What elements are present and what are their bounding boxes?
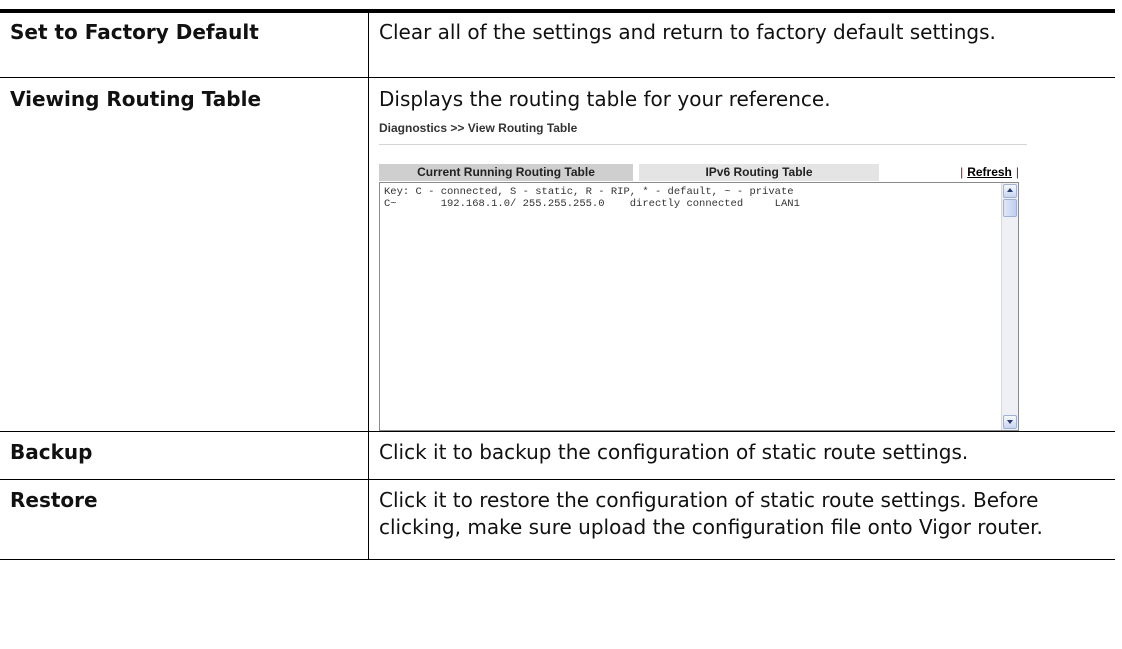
term-cell: Restore <box>0 479 369 560</box>
term-backup: Backup <box>10 440 93 464</box>
routing-table-textarea[interactable]: Key: C - connected, S - static, R - RIP,… <box>379 182 1019 431</box>
table-row: Restore Click it to restore the configur… <box>0 479 1115 560</box>
description-cell: Click it to restore the configuration of… <box>368 479 1115 560</box>
description-factory-default: Clear all of the settings and return to … <box>379 20 996 44</box>
term-viewing-routing-table: Viewing Routing Table <box>10 87 262 111</box>
scroll-up-button[interactable] <box>1003 184 1017 198</box>
description-restore: Click it to restore the configuration of… <box>379 488 1043 539</box>
term-restore: Restore <box>10 488 98 512</box>
routing-table-text: Key: C - connected, S - static, R - RIP,… <box>384 186 800 210</box>
refresh-link[interactable]: Refresh <box>967 165 1012 179</box>
separator: | <box>1015 165 1019 179</box>
term-factory-default: Set to Factory Default <box>10 20 259 44</box>
term-cell: Viewing Routing Table <box>0 77 369 432</box>
separator: | <box>960 165 964 179</box>
description-cell: Clear all of the settings and return to … <box>368 9 1115 78</box>
tab-bar: Current Running Routing Table IPv6 Routi… <box>379 164 1027 181</box>
table-row: Set to Factory Default Clear all of the … <box>0 9 1115 78</box>
breadcrumb: Diagnostics >> View Routing Table <box>379 119 1027 145</box>
table-row: Backup Click it to backup the configurat… <box>0 431 1115 480</box>
tab-current-running-routing-table[interactable]: Current Running Routing Table <box>379 164 633 181</box>
description-cell: Displays the routing table for your refe… <box>368 77 1115 432</box>
arrow-up-icon <box>1007 188 1013 192</box>
vertical-scrollbar[interactable] <box>1001 183 1018 430</box>
definition-table: Set to Factory Default Clear all of the … <box>0 9 1115 560</box>
description-viewing-routing-table: Displays the routing table for your refe… <box>379 87 831 111</box>
scroll-thumb[interactable] <box>1003 199 1017 217</box>
term-cell: Set to Factory Default <box>0 9 369 78</box>
description-cell: Click it to backup the configuration of … <box>368 431 1115 480</box>
scroll-down-button[interactable] <box>1003 415 1017 429</box>
routing-table-screenshot: Diagnostics >> View Routing Table Curren… <box>379 119 1027 431</box>
table-row: Viewing Routing Table Displays the routi… <box>0 77 1115 432</box>
description-backup: Click it to backup the configuration of … <box>379 440 969 464</box>
term-cell: Backup <box>0 431 369 480</box>
arrow-down-icon <box>1007 420 1013 424</box>
tab-ipv6-routing-table[interactable]: IPv6 Routing Table <box>639 164 879 181</box>
